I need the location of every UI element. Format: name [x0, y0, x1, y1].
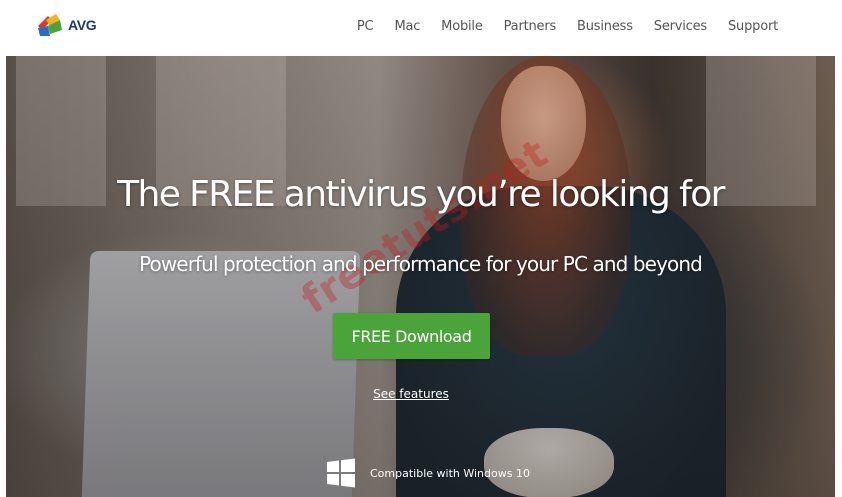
hero-subheadline: Powerful protection and performance for … — [139, 252, 703, 276]
avg-logo[interactable]: AVG — [36, 11, 97, 39]
nav-business[interactable]: Business — [577, 19, 633, 34]
nav-support[interactable]: Support — [728, 19, 778, 34]
nav-mobile[interactable]: Mobile — [441, 19, 483, 34]
nav-mac[interactable]: Mac — [394, 19, 420, 34]
free-download-button[interactable]: FREE Download — [333, 313, 490, 359]
nav-services[interactable]: Services — [654, 19, 707, 34]
hero-headline: The FREE antivirus you’re looking for — [117, 174, 725, 215]
nav-pc[interactable]: PC — [357, 19, 374, 34]
see-features-link[interactable]: See features — [6, 387, 816, 401]
top-navigation-bar: AVG PC Mac Mobile Partners Business Serv… — [0, 0, 842, 56]
compatibility-text: Compatible with Windows 10 — [370, 466, 530, 480]
windows-compatibility: Compatible with Windows 10 — [326, 458, 530, 488]
logo-text: AVG — [68, 17, 97, 33]
main-nav: PC Mac Mobile Partners Business Services… — [357, 19, 778, 34]
hero-banner: freetuts.net The FREE antivirus you’re l… — [6, 56, 835, 497]
hero-content: The FREE antivirus you’re looking for Po… — [6, 56, 835, 497]
windows-logo-icon — [327, 458, 355, 488]
avg-logo-icon — [38, 14, 62, 36]
nav-partners[interactable]: Partners — [504, 19, 557, 34]
